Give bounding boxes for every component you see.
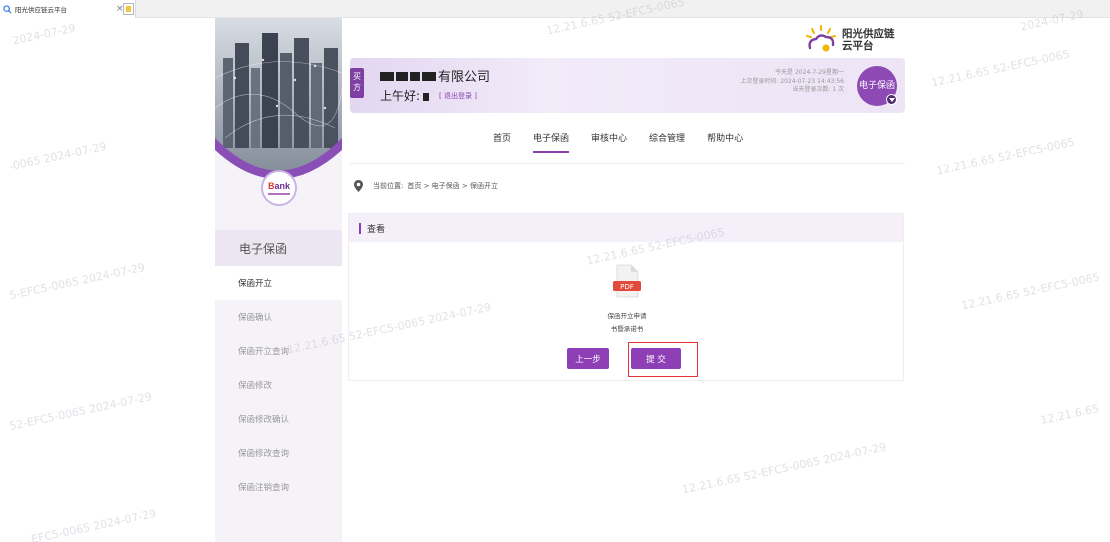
browser-tab-title: 阳光供应链云平台 [15, 6, 67, 14]
breadcrumb-path[interactable]: 首页 > 电子保函 > 保函开立 [407, 181, 498, 191]
watermark: EFC5-0065 2024-07-29 [30, 506, 158, 542]
pdf-file-icon[interactable]: PDF [607, 264, 647, 300]
view-panel: 查看 PDF 保函开立申请 书暨承诺书 上一步 提 交 [348, 213, 904, 381]
main-content: 阳光供应链 云平台 买方 有限公司 上午好: [ 退出登录 ] 今天是 2024… [342, 18, 910, 542]
city-banner-image [215, 18, 342, 188]
watermark: 12.21.6.65 52-EFC5-0065 [930, 47, 1071, 90]
login-info: 今天是 2024-7-29星期一 上次登录时间: 2024-07-23 14:4… [696, 69, 844, 95]
breadcrumb-label: 当前位置: [373, 182, 404, 190]
last-login-time: 上次登录时间: 2024-07-23 14:43:56 [740, 77, 844, 85]
redacted-text [423, 92, 430, 101]
browser-tab[interactable]: 阳光供应链云平台 × [0, 0, 136, 18]
sidebar-item-issue-query[interactable]: 保函开立查询 [215, 334, 342, 368]
sidebar-item-modify-confirm[interactable]: 保函修改确认 [215, 402, 342, 436]
redacted-text [380, 70, 438, 82]
panel-header: 查看 [349, 214, 903, 242]
sidebar-item-modify-query[interactable]: 保函修改查询 [215, 436, 342, 470]
bank-logo: Bank [261, 170, 297, 206]
divider [350, 163, 905, 164]
prev-step-button[interactable]: 上一步 [567, 348, 609, 369]
brand-name: 阳光供应链 [842, 28, 895, 40]
sidebar-title: 电子保函 [215, 230, 342, 266]
brand-subname: 云平台 [842, 40, 874, 52]
sun-cloud-logo-icon [806, 25, 836, 52]
watermark: 5-EFC5-0065 2024-07-29 [8, 260, 147, 303]
submit-button[interactable]: 提 交 [631, 348, 681, 369]
sidebar-item-guarantee-confirm[interactable]: 保函确认 [215, 300, 342, 334]
logout-link[interactable]: [ 退出登录 ] [439, 91, 477, 101]
location-pin-icon [354, 180, 363, 192]
watermark: 52-EFC5-0065 2024-07-29 [8, 390, 154, 433]
pdf-badge-label: PDF [620, 283, 634, 291]
file-name[interactable]: 保函开立申请 书暨承诺书 [547, 310, 707, 336]
brand-logo: 阳光供应链 云平台 [804, 24, 904, 56]
sidebar-item-guarantee-modify[interactable]: 保函修改 [215, 368, 342, 402]
nav-home[interactable]: 首页 [482, 123, 522, 153]
watermark: 12.21.6.65 52-EFC5-0065 [960, 270, 1101, 313]
watermark: 12.21.6.65 52-EFC5-0065 [935, 135, 1076, 178]
chevron-down-icon[interactable] [886, 94, 897, 105]
login-count: 当天登录次数: 1 次 [792, 86, 844, 93]
browser-tab-strip: 阳光供应链云平台 × [0, 0, 1110, 18]
greeting: 上午好: [ 退出登录 ] [380, 89, 477, 103]
user-info-banner: 买方 有限公司 上午好: [ 退出登录 ] 今天是 2024-7-29星期一 上… [350, 58, 905, 113]
main-nav: 首页 电子保函 审核中心 综合管理 帮助中心 [482, 123, 754, 153]
sidebar-item-guarantee-issue[interactable]: 保函开立 [215, 266, 342, 300]
sidebar: Bank 电子保函 保函开立 保函确认 保函开立查询 保函修改 保函修改确认 保… [215, 18, 342, 542]
today-date: 今天是 2024-7-29星期一 [775, 69, 844, 76]
company-name: 有限公司 [380, 66, 490, 85]
nav-help-center[interactable]: 帮助中心 [696, 123, 754, 153]
header-accent-bar [359, 222, 361, 234]
breadcrumb: 当前位置: 首页 > 电子保函 > 保函开立 [354, 180, 502, 192]
search-icon [3, 4, 12, 14]
role-badge: 买方 [350, 68, 364, 98]
nav-e-guarantee[interactable]: 电子保函 [522, 123, 580, 153]
nav-management[interactable]: 综合管理 [638, 123, 696, 153]
watermark: 2024-07-29 [11, 21, 77, 48]
sidebar-item-cancel-query[interactable]: 保函注销查询 [215, 470, 342, 504]
panel-title: 查看 [367, 224, 386, 235]
watermark: 12.21.6.65 [1039, 401, 1101, 428]
new-tab-icon[interactable] [123, 3, 134, 15]
watermark: -0065 2024-07-29 [7, 139, 108, 174]
nav-review-center[interactable]: 审核中心 [580, 123, 638, 153]
